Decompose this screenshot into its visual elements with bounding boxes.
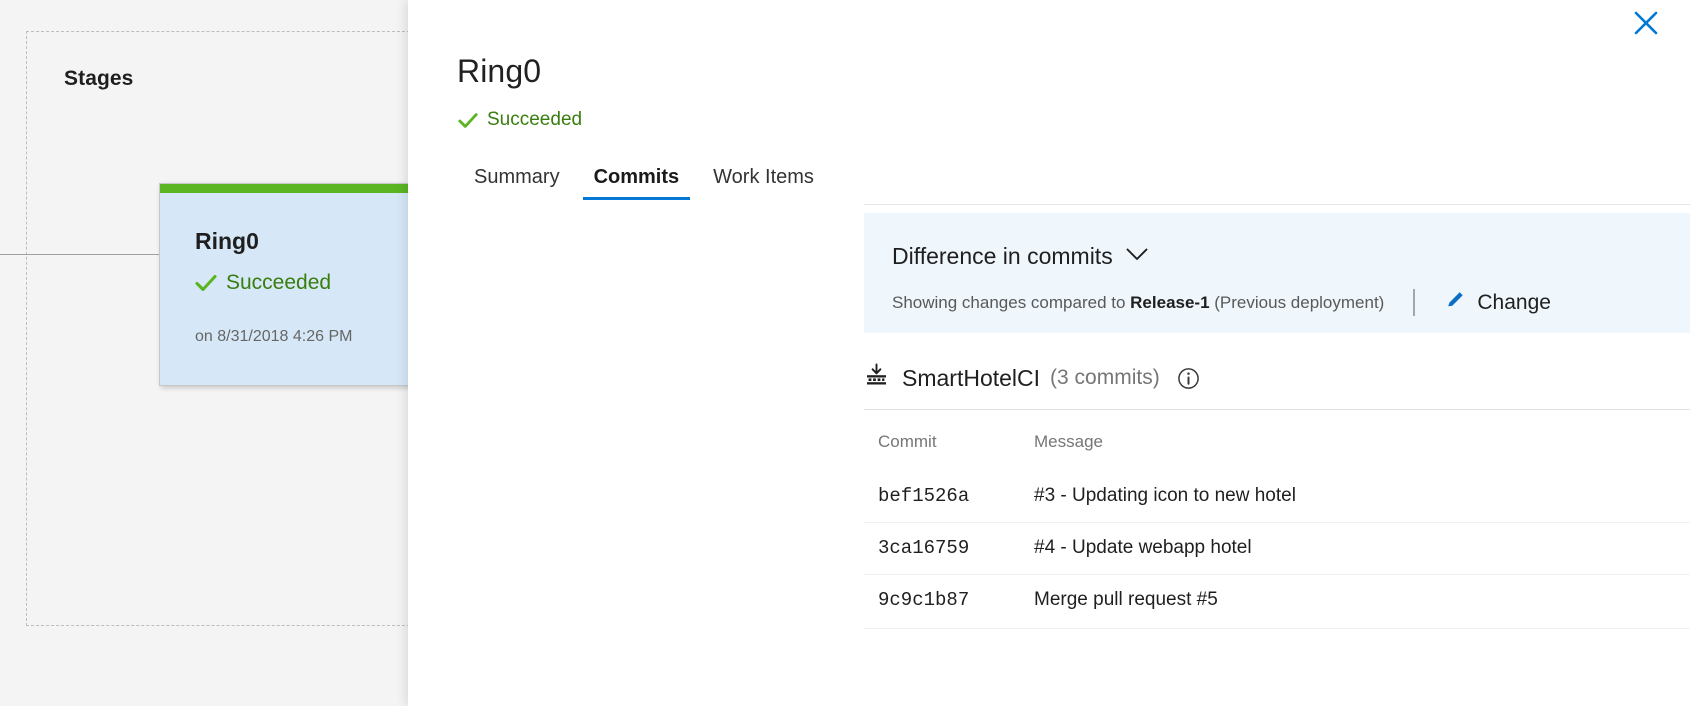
stage-card-status-bar [160, 184, 420, 193]
table-row[interactable]: 9c9c1b87 Merge pull request #5 shashank … [864, 573, 1690, 626]
check-icon [458, 112, 478, 129]
commit-message-link[interactable]: Merge pull request #5 [1034, 589, 1218, 610]
table-row[interactable]: bef1526a #3 - Updating icon to new hotel… [864, 470, 1690, 522]
change-button[interactable]: Change [1444, 289, 1551, 316]
column-header-message: Message [1034, 432, 1103, 451]
table-header-row: Commit Message Author [864, 424, 1690, 470]
commit-message-link[interactable]: #4 - Update webapp hotel [1034, 537, 1252, 558]
stage-card-timestamp: on 8/31/2018 4:26 PM [195, 328, 353, 345]
stage-card-ring0[interactable]: Ring0 Succeeded on 8/31/2018 4:26 PM [159, 183, 420, 386]
commit-hash-link[interactable]: 9c9c1b87 [878, 589, 969, 611]
tab-label: Work Items [713, 166, 814, 188]
stage-connector-line [0, 254, 175, 255]
artifact-name[interactable]: SmartHotelCI [902, 365, 1040, 392]
release-pipeline-screen: Stages Ring0 Succeeded on 8/31/2018 4:26… [0, 0, 1690, 706]
artifact-divider [864, 409, 1690, 410]
tab-summary[interactable]: Summary [457, 160, 577, 200]
commit-hash-link[interactable]: bef1526a [878, 485, 969, 507]
stages-heading: Stages [64, 67, 134, 90]
tab-bar-divider [864, 204, 1690, 205]
table-row[interactable]: 3ca16759 #4 - Update webapp hotel shasha… [864, 521, 1690, 574]
stage-card-status-label: Succeeded [226, 271, 332, 294]
difference-in-commits-subline: Showing changes compared to Release-1 (P… [892, 289, 1551, 316]
commits-table: Commit Message Author bef1526a #3 - Upda… [864, 424, 1690, 626]
page-title: Ring0 [457, 53, 542, 89]
tab-commits[interactable]: Commits [577, 160, 697, 200]
close-icon[interactable] [1629, 6, 1663, 40]
table-bottom-divider [864, 628, 1690, 629]
chevron-down-icon[interactable] [1126, 248, 1148, 266]
build-artifact-icon [864, 363, 889, 393]
pipeline-canvas: Stages Ring0 Succeeded on 8/31/2018 4:26… [0, 0, 420, 706]
difference-in-commits-banner: Difference in commits Showing changes co… [864, 213, 1690, 333]
tab-bar: Summary Commits Work Items [457, 160, 831, 200]
vertical-divider [1413, 289, 1416, 316]
tab-label: Summary [474, 166, 560, 188]
stage-details-panel: Ring0 Succeeded Summary Commits Work Ite… [408, 0, 1690, 706]
status-badge: Succeeded [458, 109, 582, 131]
compared-to-text: Showing changes compared to Release-1 (P… [892, 292, 1385, 312]
artifact-header: SmartHotelCI (3 commits) [864, 363, 1200, 393]
commit-message-link[interactable]: #3 - Updating icon to new hotel [1034, 485, 1296, 506]
tab-work-items[interactable]: Work Items [696, 160, 831, 200]
difference-in-commits-title: Difference in commits [892, 243, 1113, 269]
stage-card-title: Ring0 [195, 228, 259, 254]
pencil-icon [1444, 289, 1466, 316]
change-label: Change [1477, 290, 1551, 314]
stage-card-status: Succeeded [195, 271, 331, 295]
commit-hash-link[interactable]: 3ca16759 [878, 537, 969, 559]
tab-label: Commits [593, 166, 680, 188]
info-icon[interactable] [1177, 367, 1200, 390]
status-label: Succeeded [487, 109, 583, 130]
difference-in-commits-toggle[interactable]: Difference in commits [892, 243, 1148, 270]
column-header-commit: Commit [878, 432, 937, 451]
artifact-commit-count: (3 commits) [1050, 366, 1160, 389]
check-icon [195, 274, 217, 292]
